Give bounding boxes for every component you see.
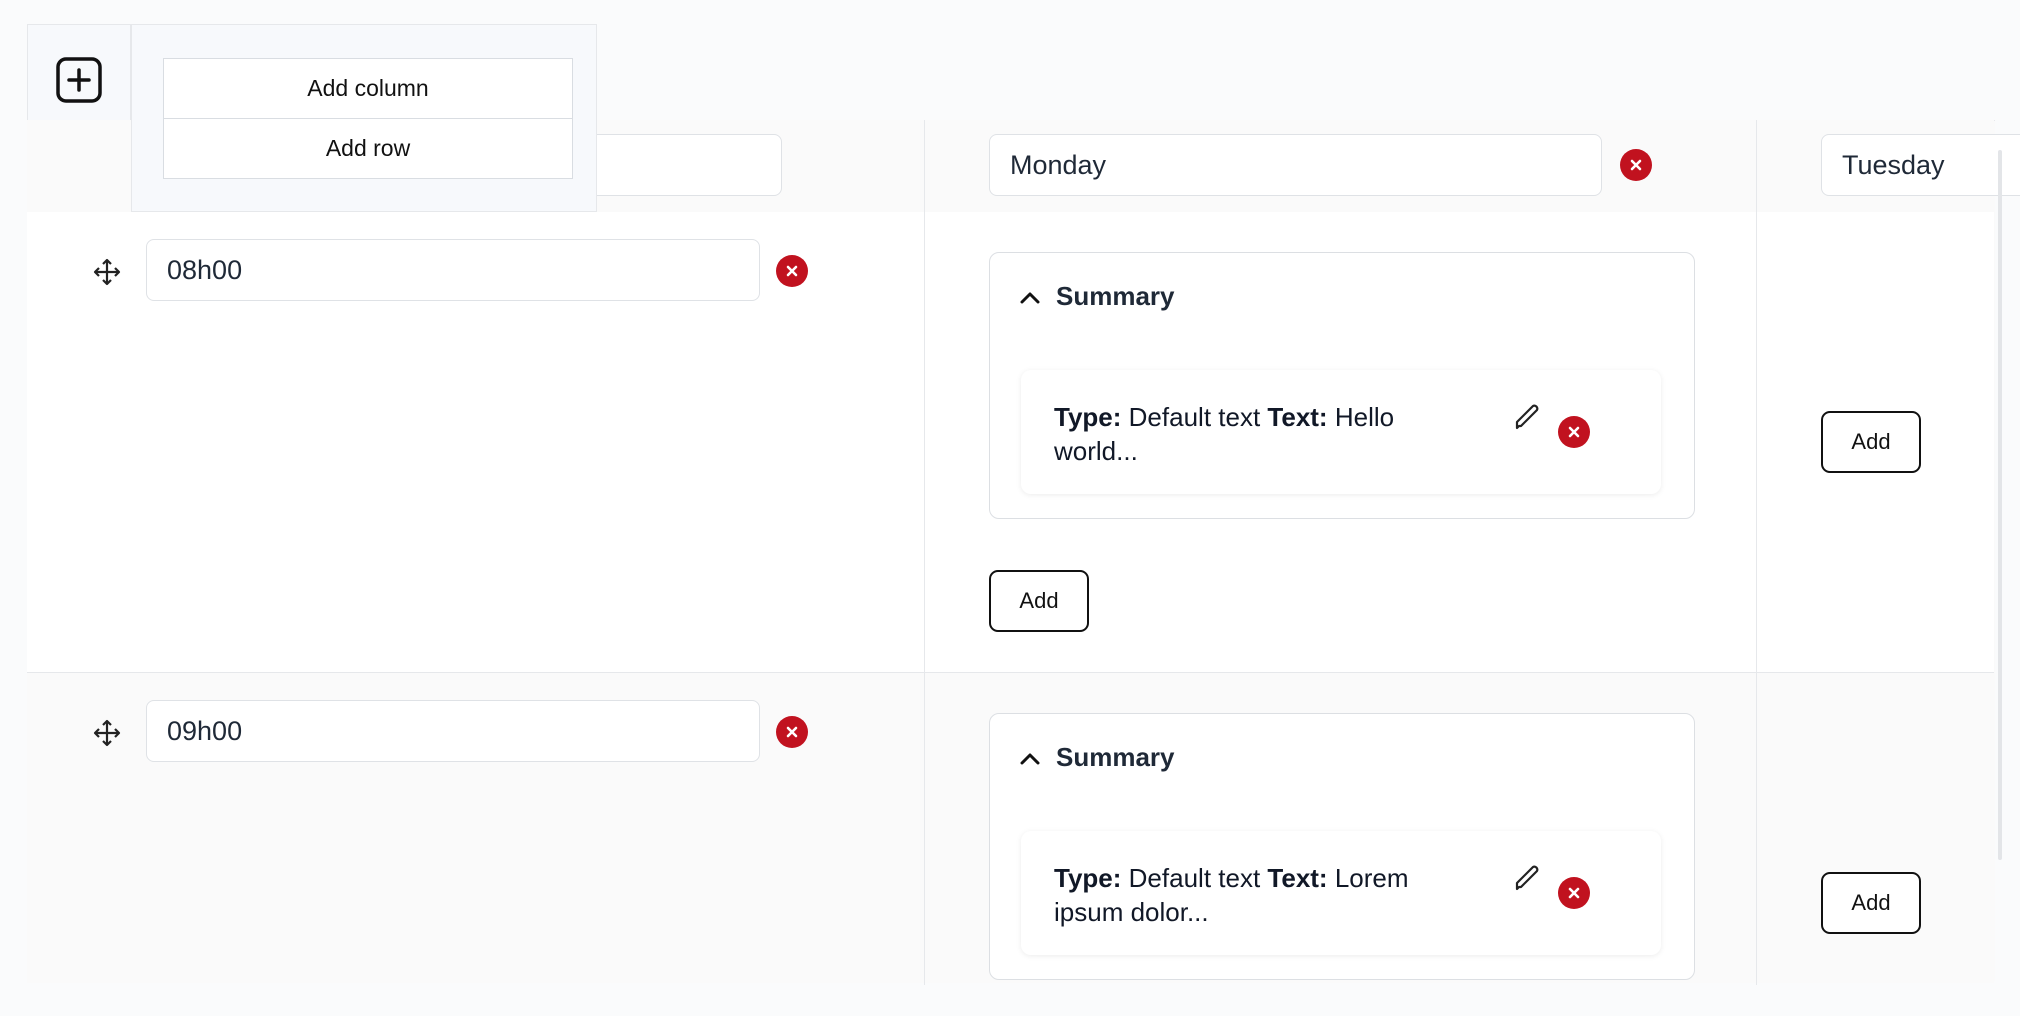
plus-square-icon[interactable] xyxy=(55,56,103,104)
time-value: 08h00 xyxy=(167,254,243,285)
text-label: Text: xyxy=(1267,402,1328,432)
add-label: Add xyxy=(1019,588,1059,613)
close-icon xyxy=(1568,426,1580,438)
add-row-menu-item[interactable]: Add row xyxy=(164,119,572,178)
remove-row-button[interactable] xyxy=(776,716,808,748)
pencil-icon[interactable] xyxy=(1511,400,1543,432)
item-description: Type: Default text Text: Hello world... xyxy=(1054,400,1484,468)
chevron-up-icon xyxy=(1020,292,1040,303)
column-header-input-monday[interactable]: Monday xyxy=(989,134,1602,196)
content-item: Type: Default text Text: Hello world... xyxy=(1021,370,1661,494)
summary-card: Summary Type: Default text Text: Hello w… xyxy=(989,252,1695,519)
content-item: Type: Default text Text: Lorem ipsum dol… xyxy=(1021,831,1661,955)
time-input[interactable]: 09h00 xyxy=(146,700,760,762)
add-item-button[interactable]: Add xyxy=(989,570,1089,632)
time-value: 09h00 xyxy=(167,715,243,746)
vertical-scrollbar[interactable] xyxy=(1998,150,2002,860)
chevron-up-icon xyxy=(1020,753,1040,764)
type-label: Type: xyxy=(1054,402,1122,432)
summary-title: Summary xyxy=(1056,742,1175,772)
column-header-value: Monday xyxy=(1010,149,1107,180)
summary-card: Summary Type: Default text Text: Lorem i… xyxy=(989,713,1695,980)
close-icon xyxy=(1568,887,1580,899)
remove-item-button[interactable] xyxy=(1558,416,1590,448)
remove-row-button[interactable] xyxy=(776,255,808,287)
summary-title: Summary xyxy=(1056,281,1175,311)
pencil-icon[interactable] xyxy=(1511,861,1543,893)
add-label: Add xyxy=(1851,429,1891,454)
summary-toggle[interactable]: Summary xyxy=(1018,281,1175,312)
text-label: Text: xyxy=(1267,863,1328,893)
add-menu: Add column Add row xyxy=(163,58,573,179)
remove-item-button[interactable] xyxy=(1558,877,1590,909)
add-menu-popover: Add column Add row xyxy=(131,24,597,212)
schedule-editor: Monday Tuesday 08h00 Summary Type: Defau… xyxy=(0,0,2020,1016)
close-icon xyxy=(786,265,798,277)
summary-toggle[interactable]: Summary xyxy=(1018,742,1175,773)
close-icon xyxy=(786,726,798,738)
add-item-button-tuesday[interactable]: Add xyxy=(1821,411,1921,473)
add-column-menu-item[interactable]: Add column xyxy=(164,59,572,119)
add-label: Add xyxy=(1851,890,1891,915)
remove-column-button[interactable] xyxy=(1620,149,1652,181)
move-icon[interactable] xyxy=(92,257,122,287)
menu-item-label: Add column xyxy=(307,75,429,101)
column-header-input-tuesday[interactable]: Tuesday xyxy=(1821,134,2020,196)
table-corner-cell xyxy=(27,24,131,120)
type-value: Default text xyxy=(1128,402,1261,432)
column-divider xyxy=(924,120,925,985)
type-value: Default text xyxy=(1128,863,1261,893)
move-icon[interactable] xyxy=(92,718,122,748)
close-icon xyxy=(1630,159,1642,171)
type-label: Type: xyxy=(1054,863,1122,893)
item-description: Type: Default text Text: Lorem ipsum dol… xyxy=(1054,861,1484,929)
add-item-button-tuesday[interactable]: Add xyxy=(1821,872,1921,934)
time-input[interactable]: 08h00 xyxy=(146,239,760,301)
column-header-value: Tuesday xyxy=(1842,149,1945,180)
column-divider xyxy=(1756,120,1757,985)
menu-item-label: Add row xyxy=(325,135,411,161)
